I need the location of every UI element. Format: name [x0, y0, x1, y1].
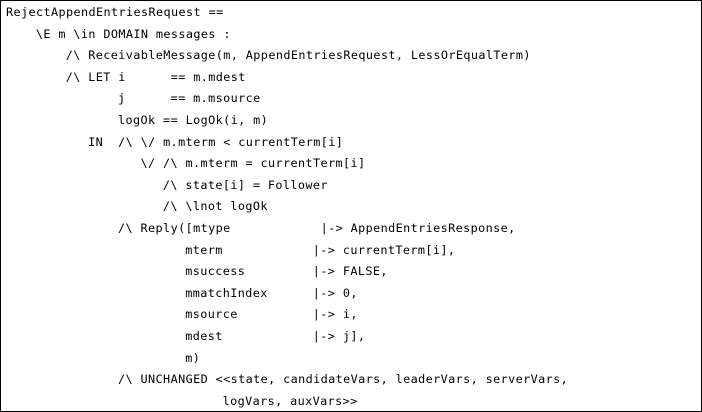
code-line-16: mdest |-> j], — [185, 329, 366, 343]
code-line-3: /\ ReceivableMessage(m, AppendEntriesReq… — [65, 48, 531, 63]
code-line-14: mmatchIndex |-> 0, — [185, 285, 358, 300]
code-line-4: /\ LET i == m.mdest — [65, 69, 246, 84]
code-line-19: logVars, auxVars>> — [222, 393, 358, 408]
code-line-15: msource |-> i, — [185, 307, 358, 322]
code-line-11: /\ Reply([mtype |-> AppendEntriesRespons… — [118, 221, 516, 235]
code-line-6: logOk == LogOk(i, m) — [118, 113, 269, 127]
code-line-9: /\ state[i] = Follower — [162, 177, 328, 192]
code-line-17: m) — [185, 350, 201, 365]
code-listing-frame: RejectAppendEntriesRequest == \E m \in D… — [0, 0, 702, 412]
code-line-18: /\ UNCHANGED <<state, candidateVars, lea… — [118, 372, 569, 387]
code-line-2: \E m \in DOMAIN messages : — [35, 26, 231, 41]
code-line-7: IN /\ \/ m.mterm < currentTerm[i] — [88, 134, 344, 149]
code-line-12: mterm |-> currentTerm[i], — [185, 242, 456, 257]
code-line-1: RejectAppendEntriesRequest == — [6, 5, 224, 19]
code-line-13: msuccess |-> FALSE, — [185, 264, 388, 279]
code-line-5: j == m.msource — [118, 91, 261, 106]
code-line-10: /\ \lnot logOk — [162, 199, 268, 214]
code-line-8: \/ /\ m.mterm = currentTerm[i] — [140, 156, 366, 171]
